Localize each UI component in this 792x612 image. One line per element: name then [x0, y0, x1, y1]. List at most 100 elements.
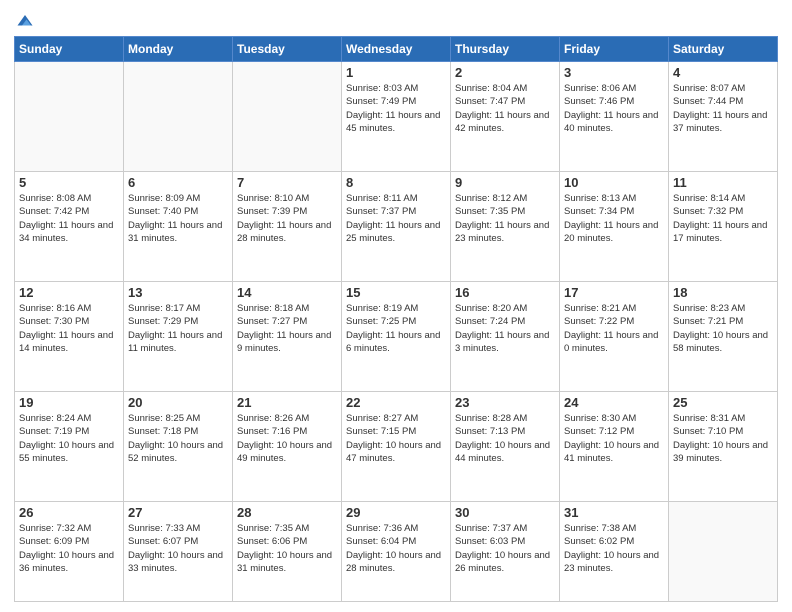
day-info: Sunrise: 7:32 AMSunset: 6:09 PMDaylight:… — [19, 522, 119, 575]
day-number: 24 — [564, 395, 664, 410]
calendar-cell: 24 Sunrise: 8:30 AMSunset: 7:12 PMDayligh… — [560, 392, 669, 502]
calendar-cell: 10 Sunrise: 8:13 AMSunset: 7:34 PMDayligh… — [560, 172, 669, 282]
calendar-cell: 14 Sunrise: 8:18 AMSunset: 7:27 PMDayligh… — [233, 282, 342, 392]
weekday-header: Friday — [560, 37, 669, 62]
calendar-cell: 20Sunrise: 8:25 AMSunset: 7:18 PMDayligh… — [124, 392, 233, 502]
day-info: Sunrise: 8:16 AMSunset: 7:30 PMDaylight:… — [19, 302, 119, 355]
day-info: Sunrise: 8:24 AMSunset: 7:19 PMDaylight:… — [19, 412, 119, 465]
day-number: 21 — [237, 395, 337, 410]
calendar-cell: 7 Sunrise: 8:10 AMSunset: 7:39 PMDaylight… — [233, 172, 342, 282]
calendar-cell: 8Sunrise: 8:11 AMSunset: 7:37 PMDaylight… — [342, 172, 451, 282]
calendar-cell: 31 Sunrise: 7:38 AMSunset: 6:02 PMDayligh… — [560, 502, 669, 602]
day-number: 29 — [346, 505, 446, 520]
calendar-header-row: SundayMondayTuesdayWednesdayThursdayFrid… — [15, 37, 778, 62]
day-number: 11 — [673, 175, 773, 190]
weekday-header: Sunday — [15, 37, 124, 62]
weekday-header: Thursday — [451, 37, 560, 62]
calendar-cell: 30 Sunrise: 7:37 AMSunset: 6:03 PMDayligh… — [451, 502, 560, 602]
header — [14, 10, 778, 30]
day-info: Sunrise: 8:06 AMSunset: 7:46 PMDaylight:… — [564, 82, 664, 135]
day-number: 27 — [128, 505, 228, 520]
calendar-cell: 23Sunrise: 8:28 AMSunset: 7:13 PMDayligh… — [451, 392, 560, 502]
day-number: 20 — [128, 395, 228, 410]
calendar-cell: 6 Sunrise: 8:09 AMSunset: 7:40 PMDaylight… — [124, 172, 233, 282]
calendar-cell: 5 Sunrise: 8:08 AMSunset: 7:42 PMDaylight… — [15, 172, 124, 282]
day-number: 12 — [19, 285, 119, 300]
calendar-week-row: 12 Sunrise: 8:16 AMSunset: 7:30 PMDayligh… — [15, 282, 778, 392]
calendar-cell: 13Sunrise: 8:17 AMSunset: 7:29 PMDayligh… — [124, 282, 233, 392]
logo-icon — [16, 12, 34, 30]
weekday-header: Saturday — [669, 37, 778, 62]
day-number: 2 — [455, 65, 555, 80]
calendar-cell: 16Sunrise: 8:20 AMSunset: 7:24 PMDayligh… — [451, 282, 560, 392]
day-number: 28 — [237, 505, 337, 520]
calendar-cell: 17 Sunrise: 8:21 AMSunset: 7:22 PMDayligh… — [560, 282, 669, 392]
day-info: Sunrise: 8:08 AMSunset: 7:42 PMDaylight:… — [19, 192, 119, 245]
day-info: Sunrise: 8:03 AMSunset: 7:49 PMDaylight:… — [346, 82, 446, 135]
calendar-cell: 18Sunrise: 8:23 AMSunset: 7:21 PMDayligh… — [669, 282, 778, 392]
day-info: Sunrise: 8:14 AMSunset: 7:32 PMDaylight:… — [673, 192, 773, 245]
day-info: Sunrise: 8:19 AMSunset: 7:25 PMDaylight:… — [346, 302, 446, 355]
calendar-cell: 1 Sunrise: 8:03 AMSunset: 7:49 PMDaylight… — [342, 62, 451, 172]
weekday-header: Tuesday — [233, 37, 342, 62]
day-number: 4 — [673, 65, 773, 80]
calendar-week-row: 26 Sunrise: 7:32 AMSunset: 6:09 PMDayligh… — [15, 502, 778, 602]
calendar-cell: 25 Sunrise: 8:31 AMSunset: 7:10 PMDayligh… — [669, 392, 778, 502]
calendar-cell: 11 Sunrise: 8:14 AMSunset: 7:32 PMDayligh… — [669, 172, 778, 282]
day-number: 25 — [673, 395, 773, 410]
calendar-cell: 15 Sunrise: 8:19 AMSunset: 7:25 PMDayligh… — [342, 282, 451, 392]
day-info: Sunrise: 7:37 AMSunset: 6:03 PMDaylight:… — [455, 522, 555, 575]
day-number: 15 — [346, 285, 446, 300]
day-info: Sunrise: 8:04 AMSunset: 7:47 PMDaylight:… — [455, 82, 555, 135]
day-number: 30 — [455, 505, 555, 520]
day-info: Sunrise: 8:07 AMSunset: 7:44 PMDaylight:… — [673, 82, 773, 135]
day-info: Sunrise: 8:13 AMSunset: 7:34 PMDaylight:… — [564, 192, 664, 245]
day-info: Sunrise: 8:26 AMSunset: 7:16 PMDaylight:… — [237, 412, 337, 465]
day-number: 31 — [564, 505, 664, 520]
calendar-cell — [15, 62, 124, 172]
day-info: Sunrise: 8:27 AMSunset: 7:15 PMDaylight:… — [346, 412, 446, 465]
day-number: 13 — [128, 285, 228, 300]
day-info: Sunrise: 7:35 AMSunset: 6:06 PMDaylight:… — [237, 522, 337, 575]
day-number: 17 — [564, 285, 664, 300]
day-info: Sunrise: 8:31 AMSunset: 7:10 PMDaylight:… — [673, 412, 773, 465]
day-info: Sunrise: 8:21 AMSunset: 7:22 PMDaylight:… — [564, 302, 664, 355]
calendar-cell: 3 Sunrise: 8:06 AMSunset: 7:46 PMDaylight… — [560, 62, 669, 172]
calendar-week-row: 19 Sunrise: 8:24 AMSunset: 7:19 PMDayligh… — [15, 392, 778, 502]
day-number: 18 — [673, 285, 773, 300]
day-info: Sunrise: 8:20 AMSunset: 7:24 PMDaylight:… — [455, 302, 555, 355]
day-number: 26 — [19, 505, 119, 520]
calendar-cell: 29Sunrise: 7:36 AMSunset: 6:04 PMDayligh… — [342, 502, 451, 602]
day-number: 5 — [19, 175, 119, 190]
weekday-header: Monday — [124, 37, 233, 62]
calendar-cell: 26 Sunrise: 7:32 AMSunset: 6:09 PMDayligh… — [15, 502, 124, 602]
logo — [14, 14, 34, 30]
calendar-week-row: 5 Sunrise: 8:08 AMSunset: 7:42 PMDaylight… — [15, 172, 778, 282]
day-number: 22 — [346, 395, 446, 410]
calendar-cell: 21 Sunrise: 8:26 AMSunset: 7:16 PMDayligh… — [233, 392, 342, 502]
calendar-cell — [233, 62, 342, 172]
calendar-cell — [669, 502, 778, 602]
day-number: 7 — [237, 175, 337, 190]
calendar-cell: 27 Sunrise: 7:33 AMSunset: 6:07 PMDayligh… — [124, 502, 233, 602]
day-info: Sunrise: 8:30 AMSunset: 7:12 PMDaylight:… — [564, 412, 664, 465]
day-number: 3 — [564, 65, 664, 80]
day-info: Sunrise: 8:12 AMSunset: 7:35 PMDaylight:… — [455, 192, 555, 245]
day-info: Sunrise: 7:33 AMSunset: 6:07 PMDaylight:… — [128, 522, 228, 575]
day-info: Sunrise: 7:38 AMSunset: 6:02 PMDaylight:… — [564, 522, 664, 575]
calendar-cell — [124, 62, 233, 172]
day-info: Sunrise: 8:18 AMSunset: 7:27 PMDaylight:… — [237, 302, 337, 355]
day-number: 6 — [128, 175, 228, 190]
calendar-week-row: 1 Sunrise: 8:03 AMSunset: 7:49 PMDaylight… — [15, 62, 778, 172]
day-number: 19 — [19, 395, 119, 410]
day-number: 23 — [455, 395, 555, 410]
day-number: 1 — [346, 65, 446, 80]
calendar-table: SundayMondayTuesdayWednesdayThursdayFrid… — [14, 36, 778, 602]
day-number: 14 — [237, 285, 337, 300]
calendar-cell: 28 Sunrise: 7:35 AMSunset: 6:06 PMDayligh… — [233, 502, 342, 602]
day-number: 8 — [346, 175, 446, 190]
day-number: 10 — [564, 175, 664, 190]
calendar-cell: 2 Sunrise: 8:04 AMSunset: 7:47 PMDaylight… — [451, 62, 560, 172]
day-info: Sunrise: 8:09 AMSunset: 7:40 PMDaylight:… — [128, 192, 228, 245]
day-info: Sunrise: 8:10 AMSunset: 7:39 PMDaylight:… — [237, 192, 337, 245]
